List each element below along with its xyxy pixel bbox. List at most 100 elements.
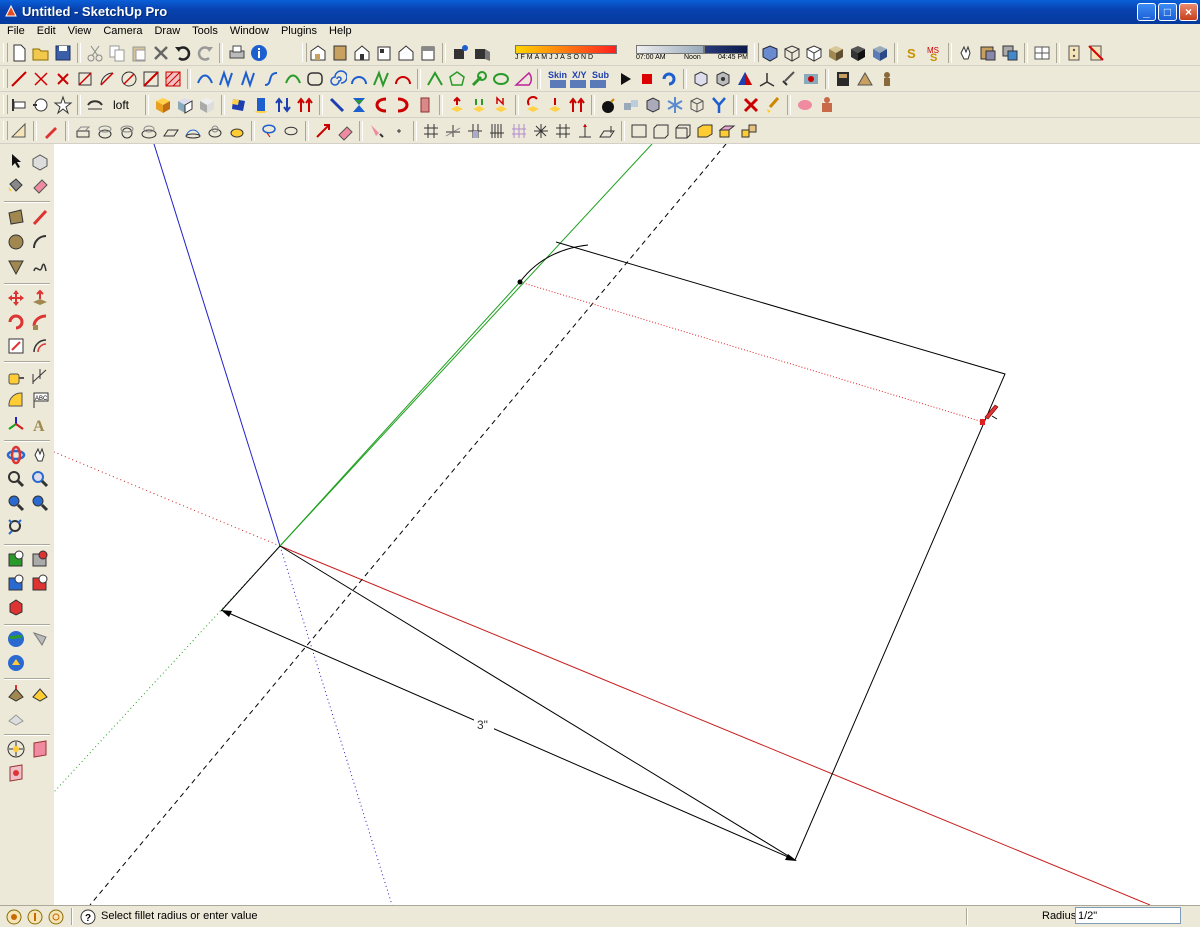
component-tool-icon[interactable] [978, 43, 998, 63]
curve-right-icon[interactable] [393, 95, 413, 115]
shape-7-icon[interactable] [205, 121, 225, 141]
circle-slash-icon[interactable] [119, 69, 139, 89]
fan-icon[interactable] [855, 69, 875, 89]
menu-view[interactable]: View [62, 24, 98, 37]
sandbox-smoove-icon[interactable] [30, 683, 50, 703]
frame-2-icon[interactable] [651, 121, 671, 141]
star-icon[interactable] [53, 95, 73, 115]
google-earth-icon[interactable] [6, 629, 26, 649]
zoom-tool-icon[interactable] [6, 469, 26, 489]
shape-5-icon[interactable] [161, 121, 181, 141]
star-lines-icon[interactable] [531, 121, 551, 141]
shape-4-icon[interactable] [139, 121, 159, 141]
sandbox-ms-icon[interactable]: MS S [924, 43, 944, 63]
rect-hatch-icon[interactable] [163, 69, 183, 89]
hand-select-icon[interactable] [956, 43, 976, 63]
section-plane-icon[interactable] [9, 95, 29, 115]
line-red-icon[interactable] [9, 69, 29, 89]
cube-outline-icon[interactable] [691, 69, 711, 89]
user-icon[interactable] [48, 909, 64, 925]
dot-icon[interactable] [389, 121, 409, 141]
menu-edit[interactable]: Edit [31, 24, 62, 37]
cut-icon[interactable] [85, 43, 105, 63]
sword-icon[interactable] [779, 69, 799, 89]
bezier-5-icon[interactable] [283, 69, 303, 89]
x-red-icon[interactable] [53, 69, 73, 89]
move-tool-icon[interactable] [6, 288, 26, 308]
book-icon[interactable] [833, 69, 853, 89]
section-plane-tool-icon[interactable] [30, 739, 50, 759]
eraser-pink-icon[interactable] [335, 121, 355, 141]
sector-icon[interactable] [513, 69, 533, 89]
plane-grid-icon[interactable] [597, 121, 617, 141]
polygon-icon[interactable] [447, 69, 467, 89]
undo-icon[interactable] [173, 43, 193, 63]
bezier-2-icon[interactable] [217, 69, 237, 89]
pipe-icon[interactable] [415, 95, 435, 115]
move-xy-icon[interactable] [469, 95, 489, 115]
rotate-axis-icon[interactable] [523, 95, 543, 115]
eraser-tool-icon[interactable] [30, 175, 50, 195]
shape-6-icon[interactable] [183, 121, 203, 141]
walk-position-camera-icon[interactable] [6, 739, 26, 759]
arc-slash-icon[interactable] [97, 69, 117, 89]
layout-grid-icon[interactable] [1032, 43, 1052, 63]
lasso-icon[interactable] [259, 121, 279, 141]
bezier-3-icon[interactable] [239, 69, 259, 89]
sandbox-s-icon[interactable]: S [902, 43, 922, 63]
axes-icon[interactable] [757, 69, 777, 89]
model-canvas[interactable]: 3" [54, 144, 1200, 905]
minimize-button[interactable]: _ [1137, 3, 1156, 21]
right-view-icon[interactable] [374, 43, 394, 63]
erase-icon[interactable] [151, 43, 171, 63]
xray-style-icon[interactable] [760, 43, 780, 63]
measurements-input[interactable] [1075, 907, 1181, 924]
drawing-viewport[interactable]: 3" [54, 144, 1200, 905]
polygon-tool-icon[interactable] [6, 257, 26, 277]
follow-me-tool-icon[interactable] [30, 312, 50, 332]
cube-shaded-icon[interactable] [643, 95, 663, 115]
figure-icon[interactable] [817, 95, 837, 115]
stop-icon[interactable] [637, 69, 657, 89]
front-view-icon[interactable] [352, 43, 372, 63]
hourglass-icon[interactable] [349, 95, 369, 115]
cube-wire-icon[interactable] [687, 95, 707, 115]
scale-arrow-icon[interactable] [313, 121, 333, 141]
menu-help[interactable]: Help [323, 24, 358, 37]
preview-earth-icon[interactable] [6, 653, 26, 673]
axes-tool-icon[interactable] [6, 414, 26, 434]
box-slash-icon[interactable] [75, 69, 95, 89]
curve-left-icon[interactable] [371, 95, 391, 115]
box-grey-icon[interactable] [197, 95, 217, 115]
maximize-button[interactable]: □ [1158, 3, 1177, 21]
arc-blue-icon[interactable] [349, 69, 369, 89]
push-pull-tool-icon[interactable] [30, 288, 50, 308]
blocks-icon[interactable] [621, 95, 641, 115]
arc-red-icon[interactable] [393, 69, 413, 89]
get-models-icon[interactable] [30, 573, 50, 593]
blob-icon[interactable] [795, 95, 815, 115]
dice-icon[interactable] [1064, 43, 1084, 63]
bend-icon[interactable] [85, 95, 105, 115]
box-pink-icon[interactable] [717, 121, 737, 141]
shape-2-icon[interactable] [95, 121, 115, 141]
rotate-tool-icon[interactable] [6, 312, 26, 332]
menu-draw[interactable]: Draw [148, 24, 186, 37]
scale-up-icon[interactable] [567, 95, 587, 115]
section-cut-icon[interactable] [31, 95, 51, 115]
shape-8-icon[interactable] [227, 121, 247, 141]
ellipse-icon[interactable] [491, 69, 511, 89]
monochrome-style-icon[interactable] [870, 43, 890, 63]
polyline-icon[interactable] [425, 69, 445, 89]
arc-tool-icon[interactable] [30, 232, 50, 252]
shadow-time-slider[interactable]: 07:00 AM Noon 04:45 PM [636, 43, 748, 63]
grid-5-icon[interactable] [509, 121, 529, 141]
add-location-icon[interactable] [6, 549, 26, 569]
redo-icon[interactable] [195, 43, 215, 63]
x-red-cross-icon[interactable] [741, 95, 761, 115]
scene-icon[interactable] [801, 69, 821, 89]
move-n-icon[interactable] [491, 95, 511, 115]
select-tool-icon[interactable] [6, 151, 26, 171]
zoom-window-tool-icon[interactable] [30, 469, 50, 489]
shaded-style-icon[interactable] [826, 43, 846, 63]
